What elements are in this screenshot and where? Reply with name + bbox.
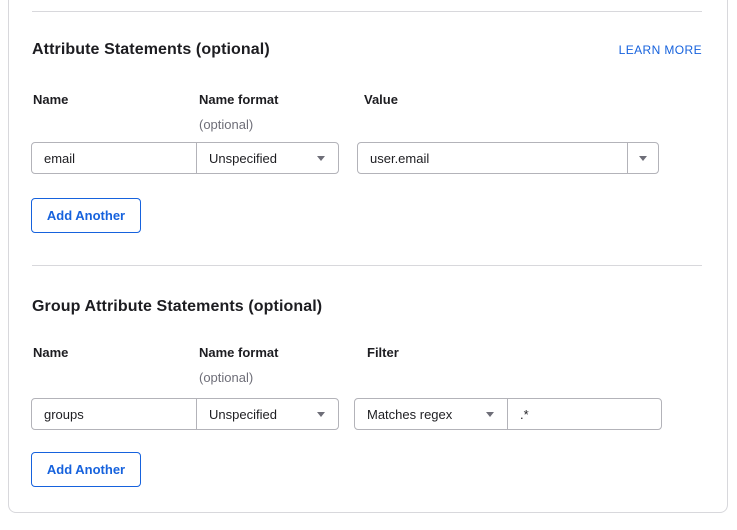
- chevron-down-icon: [317, 156, 325, 161]
- chevron-down-icon: [486, 412, 494, 417]
- attribute-statements-heading: Attribute Statements (optional): [32, 41, 270, 58]
- section-divider-middle: [32, 265, 702, 266]
- settings-card: [8, 0, 728, 513]
- column-header-value: Value: [364, 92, 398, 107]
- column-header-name: Name: [33, 92, 69, 107]
- group-attribute-filter-type-value: Matches regex: [367, 406, 453, 422]
- attribute-name-format-value: Unspecified: [209, 150, 277, 166]
- attribute-value-dropdown-button[interactable]: [627, 143, 658, 173]
- chevron-down-icon: [639, 156, 647, 161]
- section-divider-top: [32, 11, 702, 12]
- column-header-filter: Filter: [367, 345, 399, 360]
- chevron-down-icon: [317, 412, 325, 417]
- column-header-name-format: Name format: [199, 345, 279, 360]
- group-attribute-row-filter: Matches regex: [354, 398, 662, 430]
- add-another-attribute-button[interactable]: Add Another: [31, 198, 141, 233]
- attribute-row-value: [357, 142, 659, 174]
- group-attribute-filter-value-input[interactable]: [507, 399, 661, 429]
- group-attribute-statements-heading: Group Attribute Statements (optional): [32, 298, 323, 315]
- learn-more-link[interactable]: LEARN MORE: [619, 43, 702, 57]
- group-attribute-name-format-value: Unspecified: [209, 406, 277, 422]
- column-header-name-format: Name format: [199, 92, 279, 107]
- group-attribute-name-format-select[interactable]: Unspecified: [196, 399, 338, 429]
- attribute-row-name-and-format: Unspecified: [31, 142, 339, 174]
- group-attribute-row-name-and-format: Unspecified: [31, 398, 339, 430]
- add-another-group-attribute-button[interactable]: Add Another: [31, 452, 141, 487]
- name-format-optional-note: (optional): [199, 117, 254, 132]
- name-format-optional-note: (optional): [199, 370, 254, 385]
- attribute-value-input[interactable]: [358, 143, 627, 173]
- attribute-name-format-select[interactable]: Unspecified: [196, 143, 338, 173]
- column-header-name: Name: [33, 345, 69, 360]
- group-attribute-filter-type-select[interactable]: Matches regex: [355, 399, 507, 429]
- group-attribute-name-input[interactable]: [32, 399, 196, 429]
- attribute-name-input[interactable]: [32, 143, 196, 173]
